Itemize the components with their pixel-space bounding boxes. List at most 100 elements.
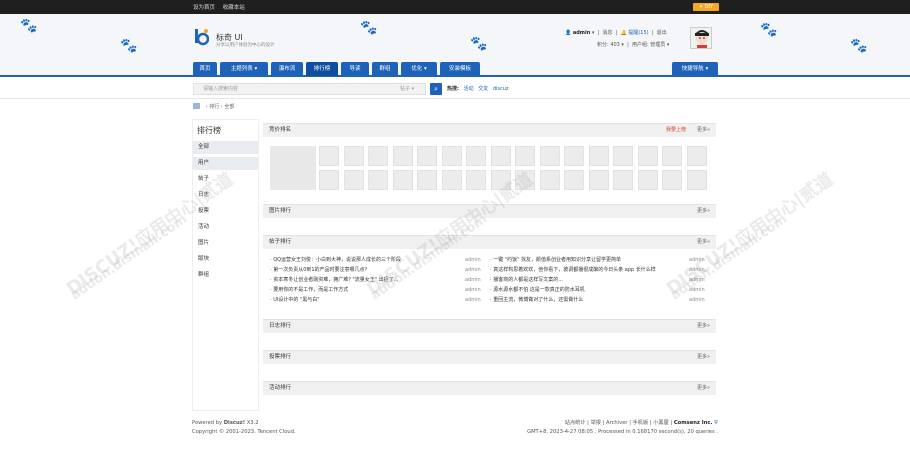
avatar[interactable] — [490, 146, 511, 166]
post-title[interactable]: UI设计中的 "黑与白" — [273, 297, 319, 303]
post-author[interactable]: admin — [465, 287, 481, 293]
list-item-author[interactable]: admin — [465, 286, 481, 295]
nav-waterfall[interactable]: 瀑布流 — [271, 62, 303, 76]
sidebar-item-pictures[interactable]: 图片 — [193, 237, 258, 250]
avatar[interactable] — [417, 146, 437, 166]
logo-icon[interactable] — [193, 28, 209, 46]
post-title[interactable]: 重回主流，微博做对了什么，还需做什么 — [493, 297, 583, 303]
join-ranking-link[interactable]: 我要上榜 — [666, 124, 686, 137]
username-link[interactable]: admin — [573, 30, 590, 36]
footer-link-archiver[interactable]: Archiver — [606, 420, 628, 426]
list-item-author[interactable]: admin — [465, 296, 481, 305]
avatar[interactable] — [466, 146, 486, 166]
nav-groups[interactable]: 群组 — [372, 62, 398, 76]
bookmark-link[interactable]: 收藏本站 — [223, 5, 245, 11]
avatar[interactable] — [417, 170, 437, 190]
list-item[interactable]: · 资本寒冬让创业者融资难，拥广难? "流量女王" 出招了... — [270, 276, 398, 285]
logout-link[interactable]: 退出 — [657, 30, 667, 36]
post-title[interactable]: 第一次负责从0到1的产品时要注意哪几点? — [273, 267, 367, 273]
nav-ranking[interactable]: 排行榜 — [306, 62, 338, 76]
more-link[interactable]: 更多» — [697, 124, 710, 137]
sidebar-item-all[interactable]: 全部 — [193, 141, 258, 154]
avatar[interactable] — [515, 170, 535, 190]
avatar[interactable] — [637, 146, 658, 166]
post-title[interactable]: 一键 "约饭" 找友，颜值系创业者用知识分享让留学更简单 — [493, 257, 621, 263]
more-link[interactable]: 更多» — [697, 382, 710, 395]
avatar[interactable] — [392, 146, 413, 166]
post-author[interactable]: admin — [689, 257, 705, 263]
avatar[interactable] — [564, 146, 584, 166]
footer-link-blacklist[interactable]: 小黑屋 — [653, 420, 669, 426]
footer-copyright[interactable]: Copyright © 2001-2023, Tencent Cloud. — [192, 428, 296, 437]
avatar[interactable] — [686, 146, 707, 166]
more-link[interactable]: 更多» — [697, 320, 710, 333]
post-author[interactable]: admin — [689, 287, 705, 293]
more-link[interactable]: 更多» — [697, 351, 710, 364]
avatar[interactable] — [319, 170, 339, 190]
breadcrumb-ranking[interactable]: 排行 — [209, 104, 219, 110]
diy-button[interactable]: ✦ DIY — [693, 3, 719, 11]
sidebar-item-events[interactable]: 活动 — [193, 221, 258, 234]
list-item[interactable]: · 要用你的不是工作，而是工作方式 — [270, 286, 348, 295]
avatar[interactable] — [343, 170, 364, 190]
avatar[interactable] — [441, 170, 462, 190]
footer-link-mobile[interactable]: 手机版 — [633, 420, 649, 426]
post-title[interactable]: 播客商的人都是这样写文案的... — [493, 277, 563, 283]
footer-link-report[interactable]: 举报 — [591, 420, 601, 426]
post-author[interactable]: admin — [689, 297, 705, 303]
avatar[interactable] — [539, 146, 560, 166]
reminders-link[interactable]: 提醒(15) — [628, 30, 648, 36]
post-title[interactable]: 要用你的不是工作，而是工作方式 — [273, 287, 348, 293]
avatar[interactable] — [662, 170, 682, 190]
sidebar-item-posts[interactable]: 帖子 — [193, 173, 258, 186]
list-item-author[interactable]: admin — [689, 276, 705, 285]
points-link[interactable]: 积分: 403 — [597, 42, 620, 48]
post-title[interactable]: QQ运营女王刘俊：小白到大神，说说那人成长的三个阶段 — [273, 257, 401, 263]
set-home-link[interactable]: 设为首页 — [193, 5, 215, 11]
list-item-author[interactable]: admin — [689, 266, 705, 275]
list-item[interactable]: · 一键 "约饭" 找友，颜值系创业者用知识分享让留学更简单 — [490, 256, 680, 265]
post-author[interactable]: admin — [465, 267, 481, 273]
list-item-author[interactable]: admin — [465, 256, 481, 265]
list-item-author[interactable]: admin — [465, 276, 481, 285]
post-title[interactable]: 真这样构思着欢欢，他你看下，彼调都播很成酿的今日头条 app 长什么样 — [493, 267, 656, 273]
avatar[interactable] — [490, 170, 511, 190]
list-item[interactable]: · 播客商的人都是这样写文案的... — [490, 276, 680, 285]
list-item-author[interactable]: admin — [465, 266, 481, 275]
avatar[interactable] — [690, 27, 712, 49]
avatar[interactable] — [392, 170, 413, 190]
home-icon[interactable] — [193, 103, 200, 109]
sidebar-item-users[interactable]: 用户 — [193, 157, 258, 170]
sidebar-item-forums[interactable]: 版块 — [193, 253, 258, 266]
avatar[interactable] — [588, 170, 609, 190]
list-item[interactable]: · QQ运营女王刘俊：小白到大神，说说那人成长的三个阶段 — [270, 256, 401, 265]
usergroup-link[interactable]: 用户组: 管理员 — [632, 42, 665, 48]
hot-keyword[interactable]: 活动 — [464, 86, 474, 92]
more-link[interactable]: 更多» — [697, 236, 710, 249]
sidebar-item-blogs[interactable]: 日志 — [193, 189, 258, 202]
list-item[interactable]: · 源水源水都不怕 这是一款真正的防水耳机 — [490, 286, 680, 295]
list-item[interactable]: · 真这样构思着欢欢，他你看下，彼调都播很成酿的今日头条 app 长什么样 — [490, 266, 680, 275]
post-title[interactable]: 源水源水都不怕 这是一款真正的防水耳机 — [493, 287, 585, 293]
nav-guide[interactable]: 导读 — [341, 62, 369, 76]
search-type-select[interactable]: 帖子 ▾ — [400, 83, 414, 95]
avatar[interactable] — [613, 170, 633, 190]
post-author[interactable]: admin — [465, 297, 481, 303]
messages-link[interactable]: 消息 — [602, 30, 612, 36]
nav-install-template[interactable]: 安装模板 — [440, 62, 480, 76]
post-author[interactable]: admin — [465, 277, 481, 283]
post-author[interactable]: admin — [689, 277, 705, 283]
list-item[interactable]: · 重回主流，微博做对了什么，还需做什么 — [490, 296, 680, 305]
list-item[interactable]: · UI设计中的 "黑与白" — [270, 296, 320, 305]
nav-topic-list[interactable]: 主题列表 ▾ — [220, 62, 268, 76]
avatar[interactable] — [270, 146, 316, 190]
list-item[interactable]: · 第一次负责从0到1的产品时要注意哪几点? — [270, 266, 367, 275]
avatar[interactable] — [368, 146, 388, 166]
list-item-author[interactable]: admin — [689, 286, 705, 295]
footer-brand-link[interactable]: Discuz! — [224, 420, 245, 426]
avatar[interactable] — [686, 170, 707, 190]
list-item-author[interactable]: admin — [689, 296, 705, 305]
post-title[interactable]: 资本寒冬让创业者融资难，拥广难? "流量女王" 出招了... — [273, 277, 398, 283]
avatar[interactable] — [662, 146, 682, 166]
quick-nav-button[interactable]: 快捷导航 ▾ — [672, 62, 718, 76]
